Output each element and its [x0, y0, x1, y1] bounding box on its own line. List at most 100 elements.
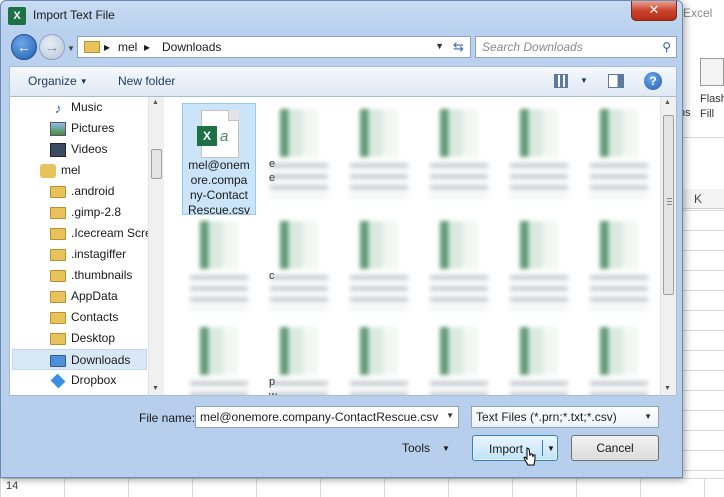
column-header-k[interactable]: K — [678, 189, 724, 209]
tools-button[interactable]: Tools ▼ — [402, 441, 450, 455]
nav-item-android[interactable]: .android — [50, 181, 114, 202]
address-bar[interactable]: ▸ mel ▸ Downloads ▼ — [77, 36, 449, 58]
import-options-dropdown-icon[interactable]: ▼ — [547, 444, 555, 453]
import-text-file-dialog: X Import Text File ✕ ← → ▼ ▸ mel ▸ Downl… — [0, 0, 683, 478]
file-item[interactable] — [422, 103, 496, 215]
blurred-file-label — [430, 275, 488, 309]
file-list-scrollbar[interactable]: ▲ ▼ — [660, 97, 676, 395]
file-item[interactable] — [342, 321, 416, 395]
blurred-file-icon — [600, 327, 638, 375]
nav-pane-scroll-thumb[interactable] — [151, 149, 162, 179]
nav-item-icecream[interactable]: .Icecream Scre — [50, 223, 152, 244]
cancel-button[interactable]: Cancel — [571, 435, 659, 461]
page-fold — [228, 110, 239, 121]
breadcrumb-mel[interactable]: mel — [118, 40, 137, 54]
blurred-file-icon — [520, 109, 558, 157]
breadcrumb-separator-icon[interactable]: ▸ — [144, 40, 150, 54]
navigation-pane: ♪ Music Pictures Videos mel .android .gim… — [10, 97, 164, 395]
scroll-up-icon[interactable]: ▲ — [664, 99, 671, 106]
search-input[interactable]: Search Downloads — [482, 40, 583, 54]
nav-item-gimp[interactable]: .gimp-2.8 — [50, 202, 121, 223]
search-box[interactable]: Search Downloads ⚲ — [475, 36, 677, 58]
excel-grid[interactable] — [678, 210, 724, 497]
blurred-file-icon — [360, 327, 398, 375]
folder-icon — [50, 248, 66, 261]
close-button[interactable]: ✕ — [631, 1, 677, 21]
change-view-icon[interactable] — [554, 74, 568, 88]
address-dropdown-icon[interactable]: ▼ — [435, 41, 444, 51]
blurred-file-label — [350, 381, 408, 395]
file-name-dropdown-icon[interactable]: ▼ — [446, 411, 454, 420]
organize-button[interactable]: Organize ▼ — [28, 74, 88, 88]
nav-pane-scrollbar[interactable]: ▲ ▼ — [148, 97, 164, 395]
scroll-down-icon[interactable]: ▼ — [664, 385, 671, 392]
navigation-bar: ← → ▼ ▸ mel ▸ Downloads ▼ ⇆ Search Downl… — [9, 34, 677, 62]
file-name-input[interactable]: mel@onemore.company-ContactRescue.csv ▼ — [195, 406, 459, 428]
file-item[interactable] — [502, 215, 576, 327]
file-item[interactable] — [422, 215, 496, 327]
breadcrumb-separator-icon[interactable]: ▸ — [104, 40, 110, 54]
nav-item-appdata[interactable]: AppData — [50, 286, 118, 307]
blurred-file-label — [270, 381, 328, 395]
nav-item-pictures[interactable]: Pictures — [50, 118, 114, 139]
dialog-titlebar[interactable]: X Import Text File ✕ — [1, 1, 682, 31]
import-button[interactable]: Import ▼ — [472, 435, 558, 461]
file-item[interactable] — [582, 215, 656, 327]
scroll-up-icon[interactable]: ▲ — [152, 99, 159, 106]
file-type-select[interactable]: Text Files (*.prn;*.txt;*.csv) ▼ — [471, 406, 659, 428]
blurred-file-icon — [440, 109, 478, 157]
file-item[interactable] — [182, 321, 256, 395]
new-folder-button[interactable]: New folder — [118, 74, 175, 88]
blurred-file-icon — [200, 221, 238, 269]
videos-icon — [50, 142, 66, 157]
nav-item-dropbox[interactable]: Dropbox — [50, 370, 116, 391]
back-button[interactable]: ← — [11, 34, 37, 60]
blurred-file-icon — [360, 109, 398, 157]
view-options-chevron-icon[interactable]: ▼ — [580, 76, 588, 85]
blurred-file-label — [590, 381, 648, 395]
file-item[interactable] — [342, 215, 416, 327]
blurred-file-label — [510, 163, 568, 197]
file-item-selected[interactable]: X a mel@onem ore.compa ny-Contact Rescue… — [182, 103, 256, 217]
file-item[interactable]: c — [262, 215, 336, 327]
help-icon[interactable]: ? — [644, 72, 662, 90]
file-item[interactable] — [502, 103, 576, 215]
excel-grid-bottom[interactable] — [0, 478, 724, 497]
recent-locations-chevron-icon[interactable]: ▼ — [67, 44, 75, 53]
blurred-file-icon — [280, 221, 318, 269]
flash-fill-icon[interactable] — [700, 58, 724, 86]
nav-item-music[interactable]: ♪ Music — [50, 97, 103, 118]
file-item[interactable]: pw — [262, 321, 336, 395]
blurred-file-icon — [600, 109, 638, 157]
breadcrumb-downloads[interactable]: Downloads — [162, 40, 221, 54]
blurred-file-icon — [520, 327, 558, 375]
nav-item-videos[interactable]: Videos — [50, 139, 107, 160]
file-item[interactable] — [342, 103, 416, 215]
forward-button[interactable]: → — [39, 34, 65, 60]
file-item[interactable] — [582, 103, 656, 215]
file-list-scroll-thumb[interactable] — [663, 115, 674, 295]
nav-item-desktop[interactable]: Desktop — [50, 328, 115, 349]
blurred-file-label — [510, 275, 568, 309]
nav-item-contacts[interactable]: Contacts — [50, 307, 118, 328]
scroll-down-icon[interactable]: ▼ — [152, 385, 159, 392]
row-header-14[interactable]: 14 — [6, 480, 18, 492]
file-item[interactable] — [182, 215, 256, 327]
file-item[interactable] — [502, 321, 576, 395]
nav-item-instagiffer[interactable]: .instagiffer — [50, 244, 126, 265]
file-type-dropdown-icon[interactable]: ▼ — [644, 412, 652, 421]
folder-icon — [50, 269, 66, 282]
nav-item-thumbnails[interactable]: .thumbnails — [50, 265, 132, 286]
blurred-file-icon — [360, 221, 398, 269]
folder-icon — [50, 227, 66, 240]
refresh-button[interactable]: ⇆ — [447, 36, 471, 58]
file-item[interactable] — [422, 321, 496, 395]
chevron-down-icon: ▼ — [79, 77, 88, 87]
nav-item-mel[interactable]: mel — [40, 160, 80, 181]
search-icon[interactable]: ⚲ — [662, 40, 671, 54]
dropbox-icon — [50, 373, 66, 389]
preview-pane-icon[interactable] — [608, 74, 624, 88]
nav-item-downloads[interactable]: Downloads — [12, 349, 147, 370]
file-item[interactable] — [582, 321, 656, 395]
file-item[interactable]: ee — [262, 103, 336, 215]
